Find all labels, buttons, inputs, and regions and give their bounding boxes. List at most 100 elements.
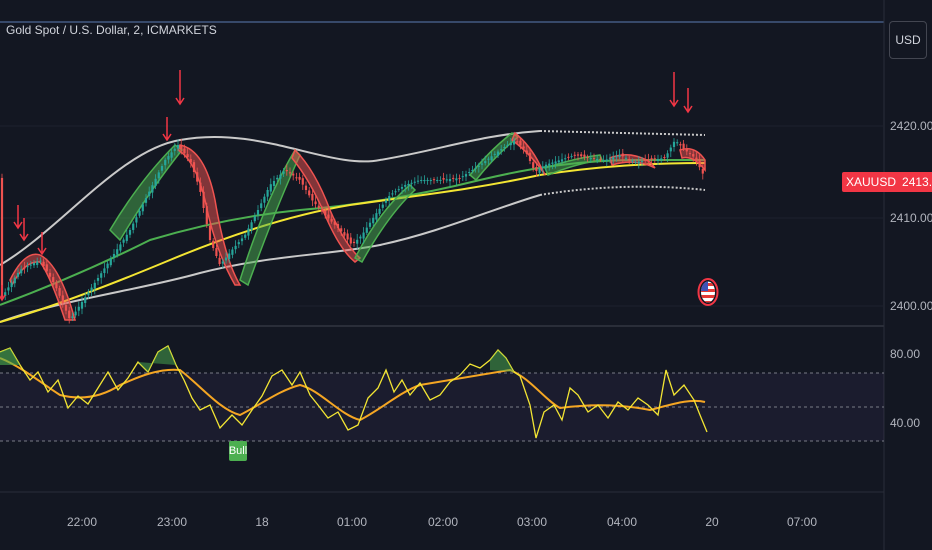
candle-body (644, 159, 647, 161)
candle-body (496, 151, 500, 156)
candle-body (292, 173, 295, 176)
candle-body (173, 148, 176, 151)
candle-body (359, 236, 362, 239)
candle-body (592, 158, 596, 160)
us-flag-event-icon[interactable] (697, 277, 719, 307)
candle-body (381, 204, 384, 208)
candle-body (688, 153, 692, 155)
candle-body (269, 184, 272, 192)
candle-body (266, 190, 269, 197)
candle-body (522, 146, 525, 149)
candle-body (16, 273, 20, 277)
symbol-title[interactable]: Gold Spot / U.S. Dollar, 2, ICMARKETS (6, 23, 217, 37)
candle-body (426, 180, 429, 181)
candle-body (423, 180, 426, 182)
currency-button[interactable]: USD (889, 21, 927, 59)
candle-body (288, 172, 292, 174)
candle-body (621, 153, 624, 157)
candle-body (138, 210, 141, 216)
candle-body (170, 152, 173, 158)
candle-body (624, 157, 628, 159)
candle-body (260, 203, 263, 209)
time-tick: 01:00 (336, 515, 368, 529)
candle-body (676, 142, 679, 144)
candle-body (429, 180, 432, 182)
candle-body (244, 234, 247, 238)
candle-body (452, 177, 455, 179)
candle-body (317, 205, 320, 208)
candle-body (484, 161, 487, 164)
candle-body (100, 273, 103, 278)
candle-body (45, 264, 48, 272)
green-moving-average (0, 159, 705, 306)
candle-body (660, 158, 663, 160)
candle-body (340, 228, 343, 232)
candle-body (368, 222, 372, 227)
candle-body (224, 257, 228, 261)
candle-body (119, 244, 122, 251)
candle-body (167, 156, 170, 160)
candle-body (308, 190, 311, 196)
sell-arrows (0, 70, 693, 302)
candle-body (685, 148, 688, 152)
candle-body (500, 149, 503, 151)
candle-body (23, 267, 26, 269)
candle-body (493, 153, 496, 155)
candle-body (228, 253, 231, 260)
candle-body (647, 159, 650, 161)
candle-body (240, 238, 244, 242)
candle-body (272, 181, 276, 186)
candle-body (208, 225, 212, 240)
price-tick: 2420.00 (890, 119, 932, 133)
price-tick: 2410.00 (890, 211, 932, 225)
candle-body (154, 178, 157, 187)
candle-body (279, 174, 282, 179)
candle-body (653, 158, 656, 160)
candle-body (365, 227, 368, 233)
oscillator-tick: 40.00 (890, 416, 921, 430)
candle-body (205, 206, 208, 224)
candle-body (679, 144, 682, 146)
candle-body (196, 172, 199, 182)
time-tick: 20 (705, 515, 719, 529)
candle-body (327, 214, 330, 219)
candle-body (413, 181, 416, 183)
candle-body (570, 156, 573, 158)
candle-body (333, 221, 336, 225)
candle-body (394, 191, 397, 193)
candle-body (576, 154, 580, 156)
candle-body (324, 210, 327, 216)
candle-body (298, 176, 301, 180)
candle-body (474, 167, 477, 169)
candle-body (602, 159, 605, 161)
candle-body (247, 228, 250, 236)
candle-body (164, 159, 167, 166)
main-chart[interactable] (0, 0, 932, 550)
candle-body (695, 157, 698, 161)
candle-body (103, 268, 106, 274)
candle-body (180, 144, 183, 149)
candle-body (544, 164, 548, 168)
candle-body (503, 147, 506, 149)
candle-body (580, 154, 583, 157)
candle-body (84, 297, 87, 303)
candle-body (20, 269, 23, 274)
candle-body (378, 208, 381, 214)
candle-body (151, 185, 154, 193)
candle-body (304, 185, 308, 190)
candle-body (480, 163, 484, 165)
candle-body (212, 240, 215, 248)
candle-body (13, 277, 16, 284)
candle-body (132, 223, 135, 230)
candle-body (135, 217, 138, 223)
bull-signal-label: Bull (229, 441, 247, 461)
candle-body (698, 159, 701, 168)
candle-body (416, 180, 420, 182)
candle-body (52, 277, 55, 282)
candle-body (468, 172, 471, 174)
candle-body (490, 156, 493, 161)
oscillator-tick: 80.00 (890, 347, 921, 361)
candle-body (628, 158, 631, 160)
candle-body (384, 200, 388, 203)
price-tick: 2400.00 (890, 299, 932, 313)
